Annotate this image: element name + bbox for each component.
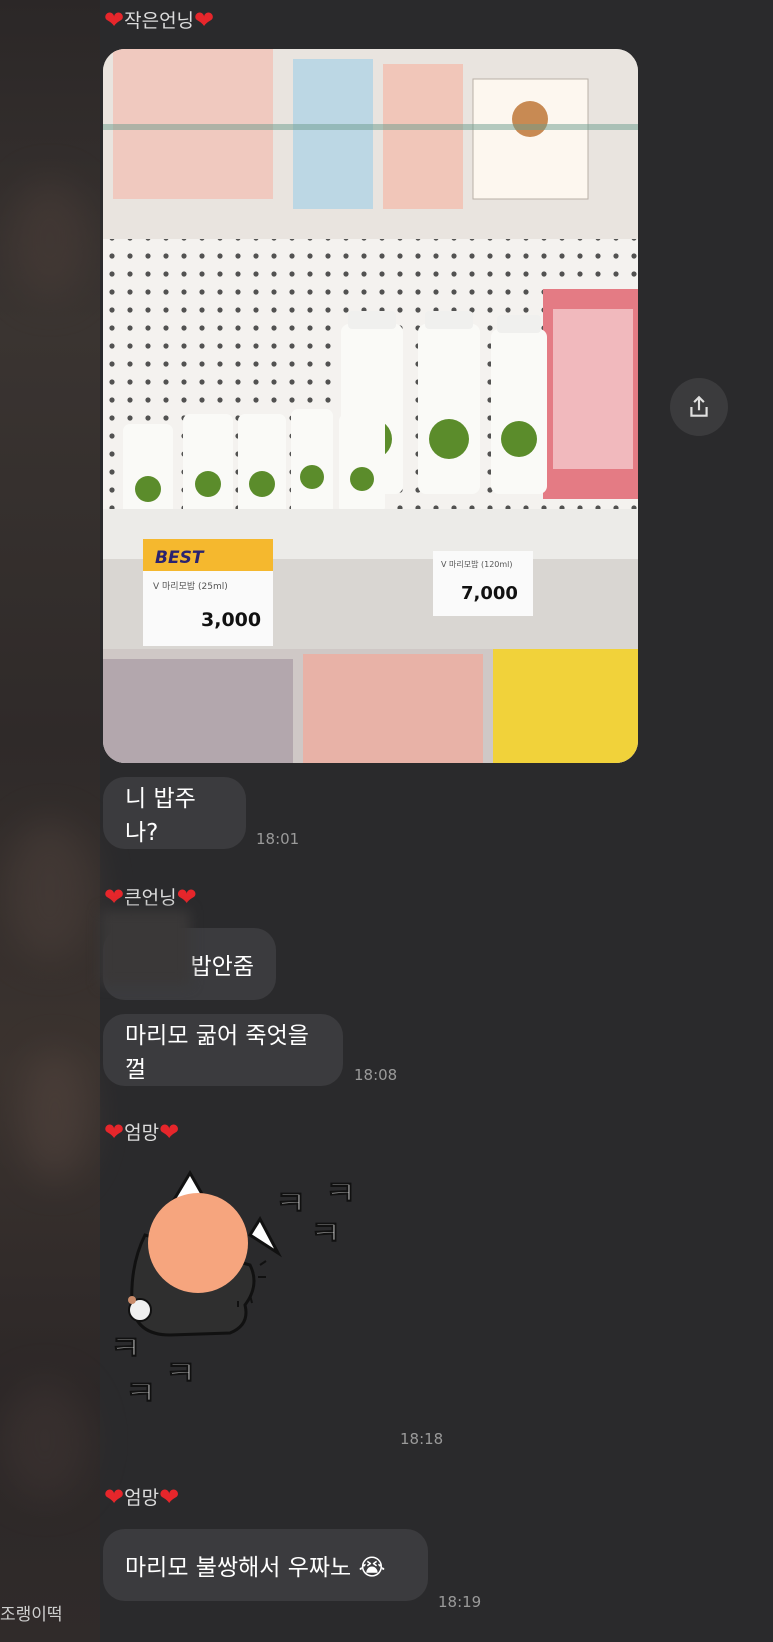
- blurred-overlay: [100, 910, 190, 985]
- sender-name-2: ❤ 큰언닝 ❤: [104, 883, 197, 910]
- message-time: 18:08: [354, 1066, 398, 1084]
- sender-label: 작은언닝: [124, 10, 195, 32]
- photo-message[interactable]: BEST V 마리모밥 (25ml) 3,000 V 마리모밥 (120ml) …: [103, 49, 638, 763]
- sender-name-3: ❤ 엄망 ❤: [104, 1118, 179, 1145]
- laugh-text: ㅋ: [110, 1329, 141, 1369]
- large-price: 7,000: [461, 583, 518, 604]
- small-price: 3,000: [201, 609, 261, 631]
- laugh-text: ㅋ: [125, 1374, 156, 1414]
- sender-name-1: ❤ 작은언닝 ❤: [104, 6, 214, 33]
- sender-label: 큰언닝: [124, 887, 177, 909]
- heart-icon: ❤: [104, 1482, 125, 1511]
- heart-icon: ❤: [104, 5, 125, 34]
- message-bubble[interactable]: 마리모 불쌍해서 우짜노 😭: [103, 1529, 428, 1601]
- laugh-text: ㅋ: [165, 1354, 196, 1394]
- large-price-label: V 마리모밥 (120ml): [441, 560, 513, 569]
- laugh-text: ㅋ: [310, 1214, 341, 1254]
- heart-icon: ❤: [176, 882, 197, 911]
- small-price-label: V 마리모밥 (25ml): [153, 581, 228, 592]
- message-text: 밥안줌: [190, 954, 254, 980]
- message-bubble[interactable]: 마리모 굶어 죽엇을껄: [103, 1014, 343, 1086]
- heart-icon: ❤: [104, 882, 125, 911]
- heart-icon: ❤: [159, 1117, 180, 1146]
- heart-icon: ❤: [104, 1117, 125, 1146]
- cat-laugh-sticker: ㅋ ㅋ ㅋ ㅋ ㅋ ㅋ: [110, 1170, 357, 1415]
- sticker-message[interactable]: ㅋ ㅋ ㅋ ㅋ ㅋ ㅋ: [110, 1165, 400, 1445]
- shelf-photo: BEST V 마리모밥 (25ml) 3,000 V 마리모밥 (120ml) …: [103, 49, 638, 763]
- message-time: 18:01: [256, 830, 300, 848]
- share-icon: [690, 395, 708, 417]
- message-text: 니 밥주나?: [125, 786, 196, 846]
- message-time: 18:19: [438, 1593, 482, 1611]
- message-text: 마리모 불쌍해서 우짜노 😭: [125, 1555, 386, 1581]
- laugh-text: ㅋ: [275, 1184, 306, 1224]
- message-text: 마리모 굶어 죽엇을껄: [125, 1023, 309, 1083]
- heart-icon: ❤: [194, 5, 215, 34]
- sender-label: 엄망: [124, 1122, 160, 1144]
- heart-icon: ❤: [159, 1482, 180, 1511]
- blurred-left-panel: [0, 0, 100, 1642]
- share-button[interactable]: [670, 378, 728, 436]
- message-time: 18:18: [400, 1430, 444, 1448]
- sender-label: 엄망: [124, 1487, 160, 1509]
- sender-name-4: ❤ 엄망 ❤: [104, 1483, 179, 1510]
- laugh-text: ㅋ: [325, 1174, 356, 1214]
- best-tag: BEST: [155, 548, 205, 568]
- message-bubble[interactable]: 니 밥주나?: [103, 777, 246, 849]
- bottom-chat-label: 조랭이떡: [0, 1605, 63, 1625]
